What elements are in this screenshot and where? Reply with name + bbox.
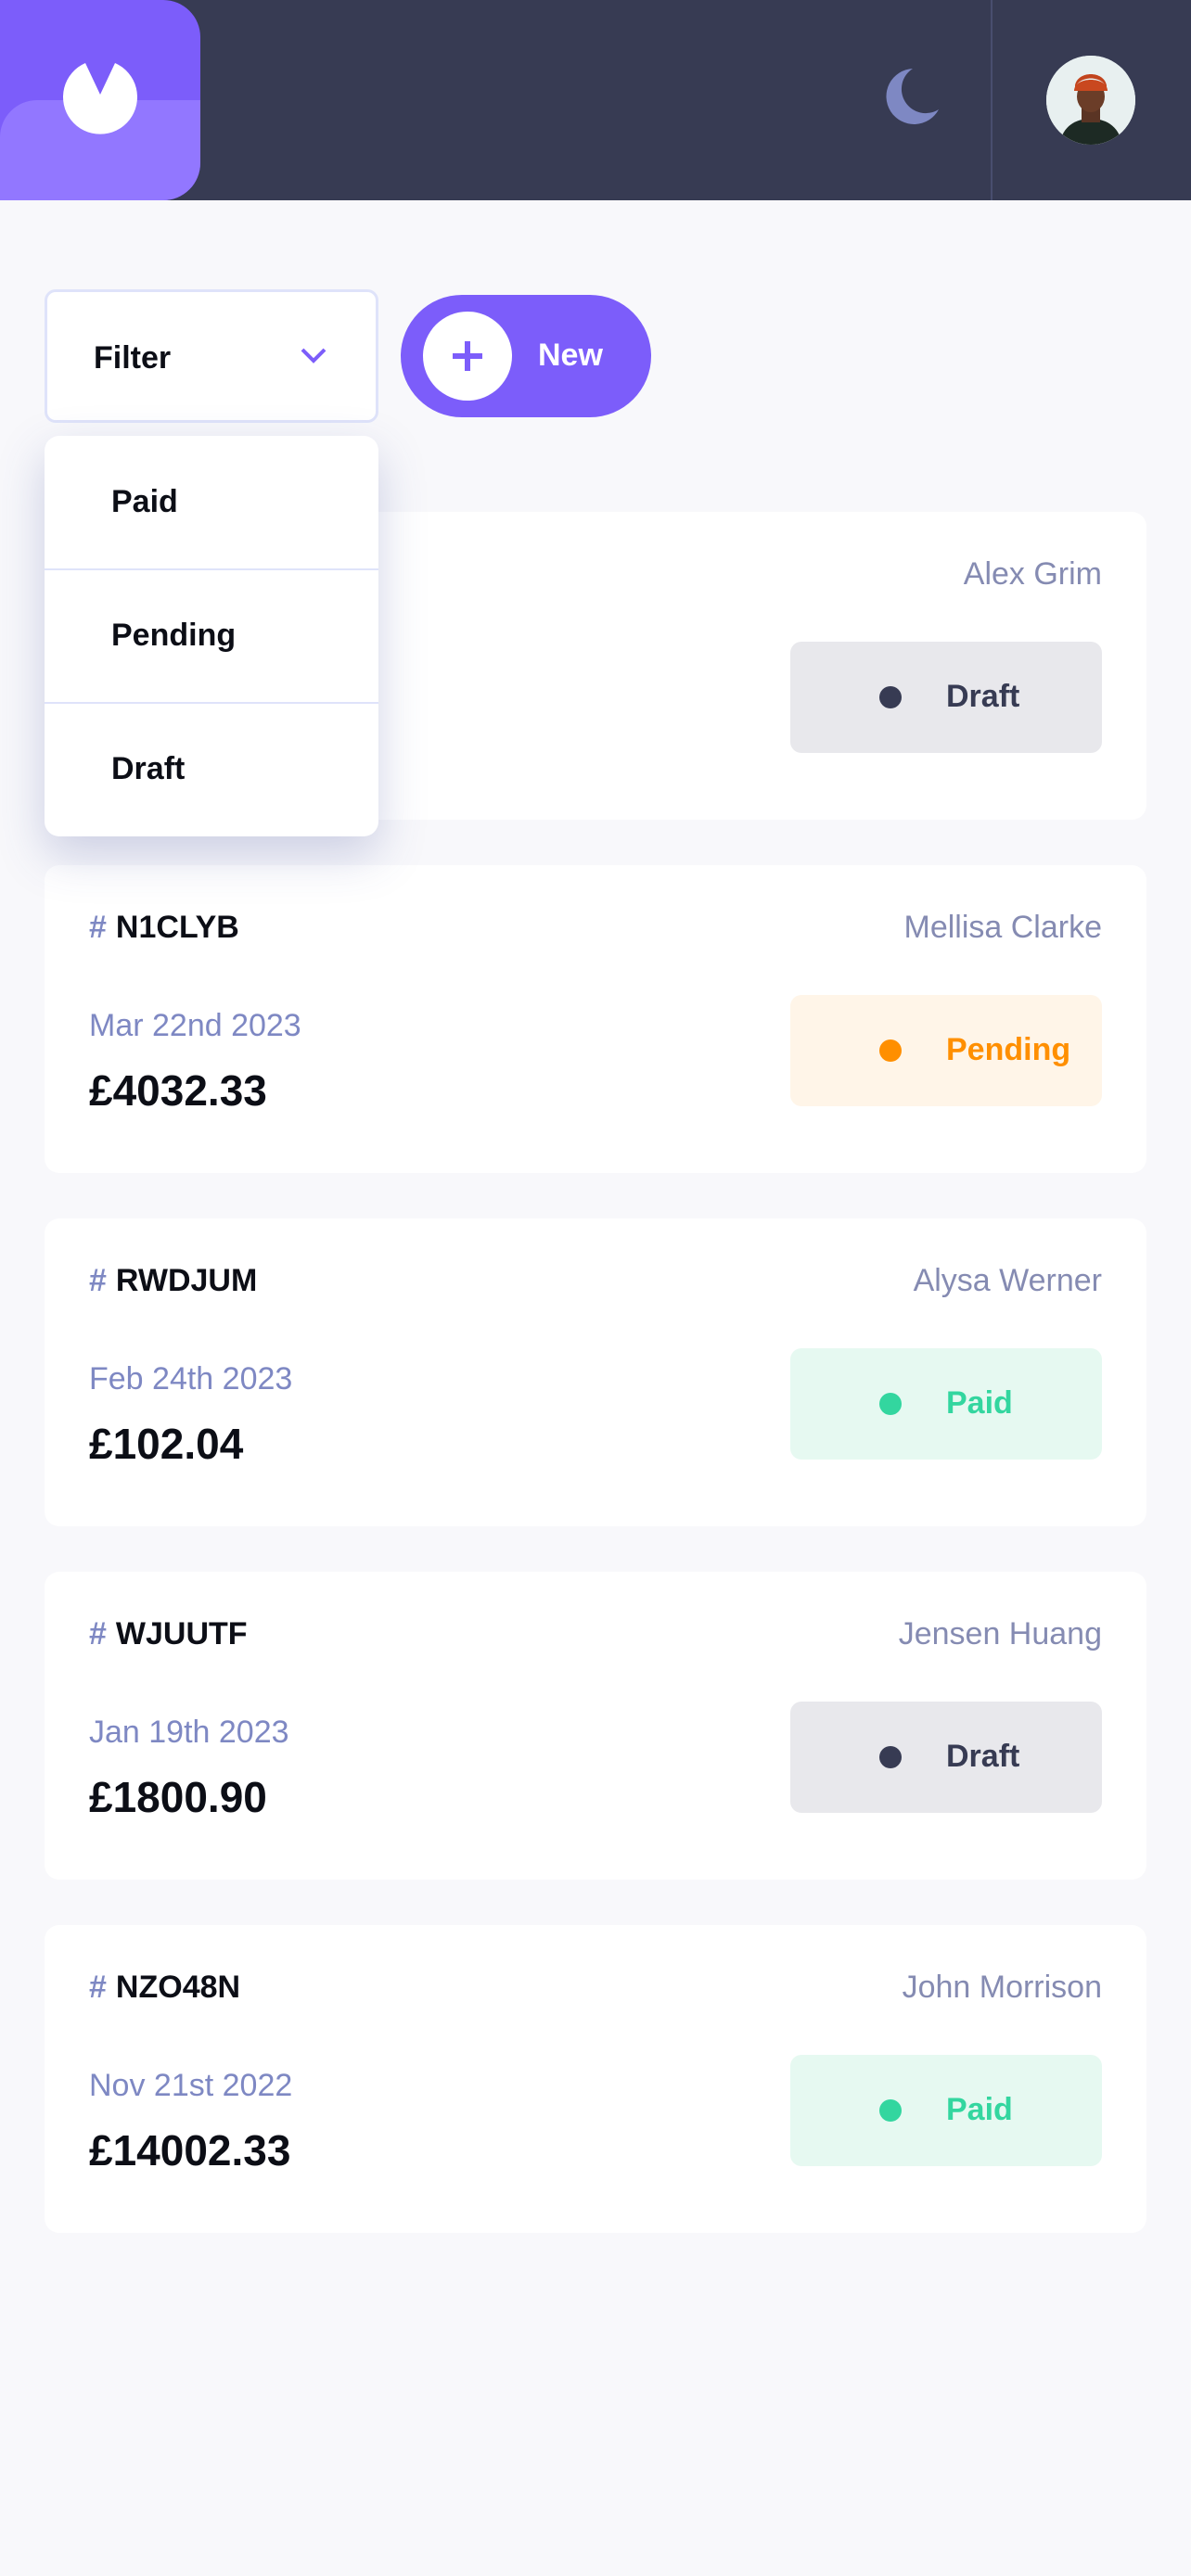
status-dot	[879, 1393, 902, 1415]
status-badge: Paid	[790, 2055, 1102, 2166]
status-dot	[879, 686, 902, 708]
avatar-image	[1046, 56, 1135, 145]
invoice-client: Alysa Werner	[913, 1263, 1102, 1298]
invoice-card[interactable]: # N1CLYB Mellisa Clarke Mar 22nd 2023 £40…	[45, 865, 1146, 1173]
invoice-client: Mellisa Clarke	[903, 910, 1103, 945]
user-avatar[interactable]	[1046, 56, 1135, 145]
filter-label: Filter	[94, 340, 172, 376]
new-button-label: New	[538, 338, 603, 373]
invoice-card[interactable]: # NZO48N John Morrison Nov 21st 2022 £140…	[45, 1925, 1146, 2233]
invoice-client: Jensen Huang	[898, 1616, 1102, 1651]
invoice-client: John Morrison	[902, 1970, 1102, 2005]
invoice-amount: £1800.90	[89, 1773, 267, 1821]
header-divider	[991, 0, 992, 200]
invoice-due-date: Nov 21st 2022	[89, 2068, 293, 2103]
moon-icon[interactable]	[881, 67, 941, 130]
status-label: Paid	[946, 2092, 1013, 2127]
filter-option-pending[interactable]: Pending	[45, 569, 378, 703]
invoice-id-value: N1CLYB	[115, 910, 239, 945]
invoice-id-value: RWDJUM	[115, 1263, 258, 1298]
status-dot	[879, 1039, 902, 1062]
status-dot	[879, 2099, 902, 2122]
filter-option-label: Pending	[111, 618, 237, 653]
filter-option-paid[interactable]: Paid	[45, 436, 378, 569]
invoice-id: # RWDJUM	[89, 1263, 257, 1299]
invoice-client: Alex Grim	[963, 556, 1102, 592]
invoice-amount: £14002.33	[89, 2126, 291, 2174]
filter-select[interactable]: Filter	[45, 289, 378, 423]
invoice-amount: £102.04	[89, 1420, 244, 1468]
chevron-down-icon	[301, 348, 327, 363]
hash-symbol: #	[89, 1970, 107, 2005]
filter-option-label: Paid	[111, 484, 178, 519]
invoice-id-value: WJUUTF	[115, 1616, 248, 1651]
plus-icon	[453, 341, 482, 371]
invoice-due-date: Jan 19th 2023	[89, 1715, 289, 1750]
status-badge: Draft	[790, 642, 1102, 753]
filter-option-draft[interactable]: Draft	[45, 703, 378, 836]
status-label: Pending	[946, 1032, 1071, 1067]
filter-option-label: Draft	[111, 751, 186, 786]
logo-icon	[63, 63, 137, 134]
plus-icon-circle	[423, 312, 512, 401]
hash-symbol: #	[89, 1616, 107, 1651]
invoice-id: # N1CLYB	[89, 910, 239, 946]
filter-dropdown: Paid Pending Draft	[45, 436, 378, 836]
status-dot	[879, 1746, 902, 1768]
invoice-id: # NZO48N	[89, 1970, 240, 2006]
status-label: Paid	[946, 1385, 1013, 1421]
status-badge: Paid	[790, 1348, 1102, 1460]
status-label: Draft	[946, 679, 1020, 714]
invoice-id: # WJUUTF	[89, 1616, 248, 1652]
status-badge: Draft	[790, 1702, 1102, 1813]
invoice-due-date: Feb 24th 2023	[89, 1361, 293, 1396]
invoice-card[interactable]: # RWDJUM Alysa Werner Feb 24th 2023 £102.…	[45, 1218, 1146, 1526]
app-header	[0, 0, 1191, 200]
invoice-amount: £4032.33	[89, 1066, 267, 1115]
hash-symbol: #	[89, 1263, 107, 1298]
logo[interactable]	[0, 0, 200, 200]
status-label: Draft	[946, 1739, 1020, 1774]
hash-symbol: #	[89, 910, 107, 945]
new-invoice-button[interactable]: New	[401, 295, 651, 417]
invoice-due-date: Mar 22nd 2023	[89, 1008, 301, 1043]
invoice-id-value: NZO48N	[115, 1970, 241, 2005]
invoice-card[interactable]: # WJUUTF Jensen Huang Jan 19th 2023 £1800…	[45, 1572, 1146, 1880]
status-badge: Pending	[790, 995, 1102, 1106]
